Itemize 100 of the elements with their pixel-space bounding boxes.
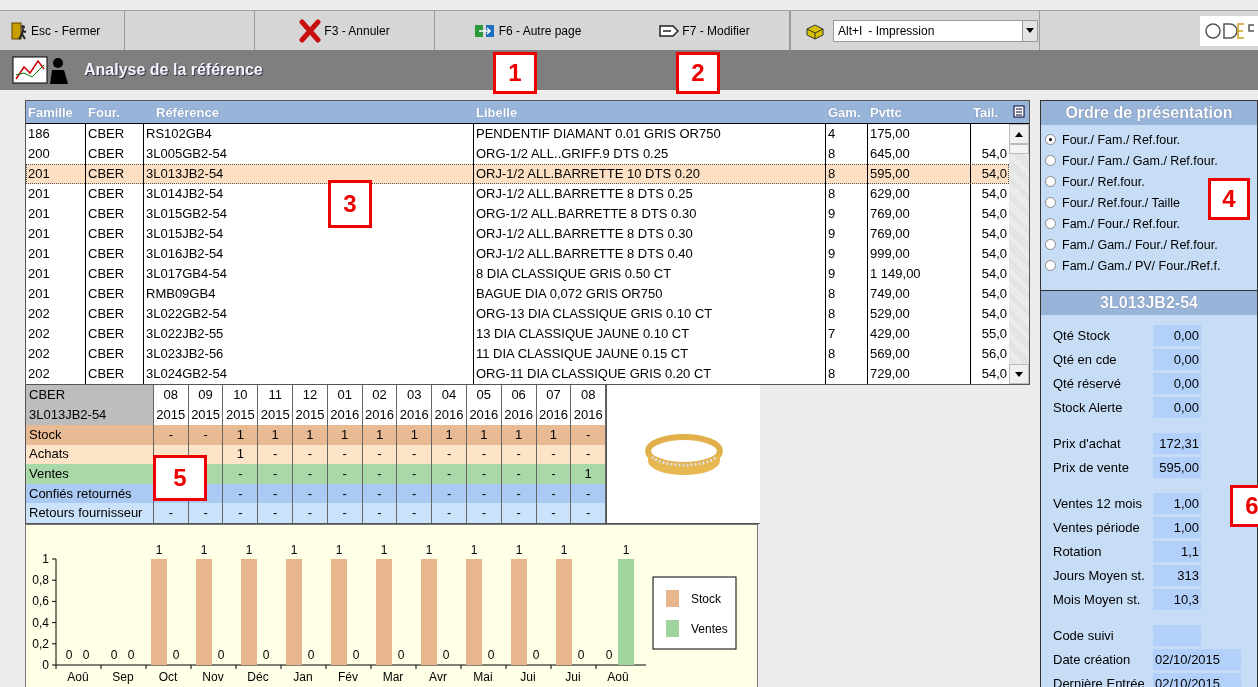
clipboard-icon[interactable] (1013, 104, 1025, 118)
table-cell: 54,0 (981, 206, 1007, 221)
row-label: Confiés retournés (29, 484, 133, 503)
table-cell-text: 1 (584, 465, 592, 483)
table-cell: 201 (28, 186, 50, 201)
table-cell: CBER (88, 306, 125, 321)
table-cell: ORJ-1/2 ALL.BARRETTE 8 DTS 0.40 (476, 246, 693, 261)
year-label: 2016 (365, 406, 394, 424)
field-label: Code suivi (1053, 627, 1115, 643)
row-label: Ventes (29, 465, 70, 483)
radio-option[interactable]: Fam./ Gam./ PV/ Four./Ref.f. (1045, 255, 1221, 276)
table-cell: 201 (28, 246, 50, 261)
radio-button[interactable] (1045, 239, 1056, 250)
table-cell-text: 1 (375, 425, 384, 444)
category-label: Aoû (67, 669, 89, 684)
table-cell: 186 (28, 126, 50, 141)
table-row[interactable]: 201 CBER 3L017GB4-54 8 DIA CLASSIQUE GRIS 0.50 CT 9 1 149,00 54,0 (26, 264, 1009, 284)
exit-icon (10, 21, 28, 40)
table-cell: 8 (828, 166, 836, 181)
table-cell-text: - (307, 504, 313, 523)
table-row[interactable]: 201 CBER 3L016JB2-54 ORJ-1/2 ALL.BARRETTE 8 DTS 0.40 9 999,00 54,0 (26, 244, 1009, 264)
radio-button[interactable] (1045, 134, 1056, 145)
table-row[interactable]: 202 CBER 3L022GB2-54 ORG-13 DIA CLASSIQUE GRIS 0.10 CT 8 529,00 54,0 (26, 304, 1009, 324)
table-cell: 1 149,00 (870, 266, 921, 281)
table-cell: 569,00 (870, 346, 910, 361)
table-cell: 999,00 (870, 246, 910, 261)
table-cell-text: - (273, 484, 278, 503)
callout-number: 1 (493, 52, 537, 94)
radio-button[interactable] (1045, 176, 1056, 187)
table-cell: 54,0 (981, 366, 1007, 381)
month-label: 08 (580, 386, 596, 404)
table-cell: 8 DIA CLASSIQUE GRIS 0.50 CT (476, 266, 672, 281)
category-label: Jan (293, 669, 313, 684)
table-cell: 3L017GB4-54 (146, 266, 227, 281)
table-cell: 13 DIA CLASSIQUE JAUNE 0.10 CT (476, 326, 690, 341)
table-cell: 3L024GB2-54 (146, 366, 227, 381)
table-cell: 54,0 (981, 146, 1007, 161)
legend-label: Ventes (691, 621, 728, 636)
table-cell-text: - (551, 445, 556, 464)
radio-button[interactable] (1045, 197, 1056, 208)
field-label: Dernière Entrée (1053, 675, 1146, 687)
radio-option[interactable]: Four./ Fam./ Gam./ Ref.four. (1045, 150, 1218, 171)
table-cell: 201 (28, 226, 50, 241)
data-label: 0 (217, 647, 225, 662)
month-label: 12 (302, 386, 318, 404)
value-field: 313 (1153, 564, 1201, 586)
scrollbar[interactable] (1009, 124, 1029, 384)
table-row[interactable]: 201 CBER RMB09GB4 BAGUE DIA 0,072 GRIS OR750 8 749,00 54,0 (26, 284, 1009, 304)
table-cell: 202 (28, 366, 50, 381)
table-cell: 54,0 (981, 226, 1007, 241)
table-row[interactable]: 202 CBER 3L022JB2-55 13 DIA CLASSIQUE JAUNE 0.10 CT 7 429,00 55,0 (26, 324, 1009, 344)
scroll-down-button[interactable] (1009, 364, 1029, 384)
table-cell: 55,0 (981, 326, 1007, 341)
tick-label: 0,6 (32, 594, 49, 609)
year-label: 2015 (225, 406, 255, 424)
callout-number: 4 (1208, 178, 1250, 220)
radio-option[interactable]: Four./ Fam./ Ref.four. (1045, 129, 1181, 150)
radio-option[interactable]: Four./ Ref.four./ Taille (1045, 192, 1180, 213)
table-cell: 3L016JB2-54 (146, 246, 224, 261)
category-label: Sep (112, 669, 134, 684)
table-cell-text: - (516, 504, 521, 523)
pen-icon (659, 23, 680, 38)
radio-button[interactable] (1045, 218, 1056, 229)
table-cell: ORG-11 DIA CLASSIQUE GRIS 0.20 CT (476, 366, 712, 381)
up-arrow-icon (1015, 131, 1023, 137)
table-cell-text: 1 (236, 445, 244, 464)
table-cell: 769,00 (870, 206, 910, 221)
radio-option[interactable]: Fam./ Gam./ Four./ Ref.four. (1045, 234, 1218, 255)
radio-option[interactable]: Fam./ Four./ Ref.four. (1045, 213, 1181, 234)
table-cell: ORG-1/2 ALL.BARRETTE 8 DTS 0.30 (476, 206, 697, 221)
table-cell: 8 (828, 186, 836, 201)
radio-option[interactable]: Four./ Ref.four. (1045, 171, 1145, 192)
print-select[interactable]: Alt+I - Impression (833, 19, 1038, 42)
data-label: 1 (155, 542, 163, 557)
data-label: 1 (560, 542, 568, 557)
table-cell: ORJ-1/2 ALL.BARRETTE 8 DTS 0.25 (476, 186, 693, 201)
scroll-thumb[interactable] (1009, 144, 1029, 154)
table-row[interactable]: 202 CBER 3L023JB2-56 11 DIA CLASSIQUE JAUNE 0.15 CT 8 569,00 56,0 (26, 344, 1009, 364)
data-label: 0 (442, 647, 450, 662)
month-label: 02 (372, 386, 387, 404)
table-cell: 9 (828, 226, 836, 241)
table-row[interactable]: 202 CBER 3L024GB2-54 ORG-11 DIA CLASSIQUE GRIS 0.20 CT 8 729,00 54,0 (26, 364, 1009, 384)
radio-button[interactable] (1045, 155, 1056, 166)
table-cell: 4 (828, 126, 836, 141)
year-label: 2016 (330, 406, 360, 424)
value-field: 1,00 (1153, 492, 1201, 514)
table-row[interactable]: 186 CBER RS102GB4 PENDENTIF DIAMANT 0.01 GRIS OR750 4 175,00 (26, 124, 1009, 144)
year-label: 2015 (295, 406, 325, 424)
radio-button[interactable] (1045, 260, 1056, 271)
table-cell: 201 (28, 266, 50, 281)
table-cell: RS102GB4 (146, 126, 212, 141)
table-row[interactable]: 201 CBER 3L013JB2-54 ORJ-1/2 ALL.BARRETTE 10 DTS 0.20 8 595,00 54,0 (26, 164, 1009, 184)
data-label: 0 (127, 647, 135, 662)
close-icon (299, 18, 322, 43)
data-label: 0 (307, 647, 315, 662)
table-cell: PENDENTIF DIAMANT 0.01 GRIS OR750 (476, 126, 721, 141)
table-cell: 8 (828, 346, 836, 361)
scroll-up-button[interactable] (1009, 124, 1029, 144)
callout-number: 5 (153, 455, 207, 501)
table-cell: CBER (88, 126, 125, 141)
